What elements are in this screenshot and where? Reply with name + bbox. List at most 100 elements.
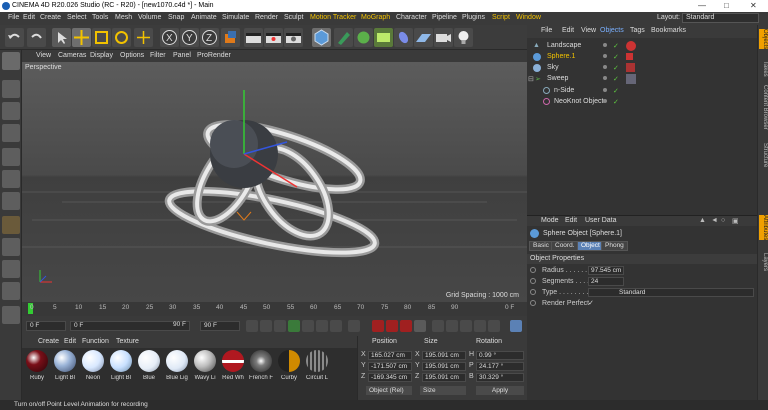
light-icon[interactable] — [454, 28, 473, 47]
vtab-content-browser[interactable]: Content Browser — [759, 85, 768, 130]
cube-icon[interactable] — [312, 28, 331, 47]
menu-script[interactable]: Script — [492, 14, 510, 21]
am-new-window-icon[interactable]: ▣ — [732, 217, 739, 225]
menu-simulate[interactable]: Simulate — [222, 14, 249, 21]
am-nav-arrow-icon[interactable]: ▲ — [699, 217, 706, 224]
om-menu-objects[interactable]: Objects — [600, 27, 624, 34]
visibility-dot-icon[interactable] — [603, 99, 607, 103]
animate-dot-icon[interactable] — [530, 300, 536, 306]
start-frame-field[interactable]: 0 F — [26, 321, 66, 331]
enabled-check-icon[interactable]: ✓ — [613, 42, 619, 50]
preview-end-field[interactable]: 90 F — [170, 321, 190, 331]
snap-icon[interactable] — [2, 260, 20, 278]
menu-window[interactable]: Window — [516, 14, 541, 21]
move-tool-icon[interactable] — [72, 28, 91, 47]
previous-frame-icon[interactable] — [274, 320, 286, 332]
tab-phong[interactable]: Phong — [601, 241, 628, 251]
material-swatch[interactable]: Ruby — [24, 350, 50, 381]
z-axis-lock-icon[interactable]: Z — [200, 28, 219, 47]
floor-icon[interactable] — [414, 28, 433, 47]
am-menu-edit[interactable]: Edit — [565, 217, 577, 224]
object-row-neoknot[interactable]: NeoKnot Object ✓ — [527, 97, 757, 108]
key-scale-icon[interactable] — [460, 320, 472, 332]
motion-record-icon[interactable] — [414, 320, 426, 332]
redo-icon[interactable] — [27, 28, 46, 47]
visibility-dot-icon[interactable] — [603, 54, 607, 58]
viewport-menu-panel[interactable]: Panel — [173, 52, 191, 59]
viewport-menu-filter[interactable]: Filter — [150, 52, 166, 59]
object-row-sweep[interactable]: ⊟ ➢ Sweep ✓ — [527, 74, 757, 85]
vtab-objects[interactable]: Objects — [759, 29, 768, 50]
menu-volume[interactable]: Volume — [138, 14, 161, 21]
material-swatch[interactable]: Light Bl — [108, 350, 134, 381]
menu-mograph[interactable]: MoGraph — [361, 14, 390, 21]
key-parameter-icon[interactable] — [474, 320, 486, 332]
rotation-p-field[interactable]: 24.177 ° — [476, 362, 524, 371]
visibility-dot-icon[interactable] — [603, 43, 607, 47]
object-row-sky[interactable]: Sky ✓ — [527, 63, 757, 74]
menu-select[interactable]: Select — [67, 14, 86, 21]
animate-dot-icon[interactable] — [530, 278, 536, 284]
next-frame-icon[interactable] — [302, 320, 314, 332]
tab-basic[interactable]: Basic — [529, 241, 553, 251]
position-x-field[interactable]: 165.027 cm — [368, 351, 412, 360]
coords-mode-select[interactable]: Object (Rel) — [366, 386, 412, 395]
edges-mode-icon[interactable] — [2, 170, 20, 188]
om-menu-bookmarks[interactable]: Bookmarks — [651, 27, 686, 34]
next-key-icon[interactable] — [316, 320, 328, 332]
x-axis-lock-icon[interactable]: X — [160, 28, 179, 47]
material-menu-texture[interactable]: Texture — [116, 338, 139, 345]
material-swatch[interactable]: Red Wh — [220, 350, 246, 381]
material-swatch[interactable]: Blue — [136, 350, 162, 381]
workplane-mode-icon[interactable] — [2, 124, 20, 142]
viewport-menu-prorender[interactable]: ProRender — [197, 52, 231, 59]
render-to-picture-viewer-icon[interactable] — [264, 28, 283, 47]
render-perfect-checkbox[interactable]: ✓ — [588, 299, 594, 307]
object-row-nside[interactable]: n-Side ✓ — [527, 86, 757, 97]
array-icon[interactable] — [374, 28, 393, 47]
key-position-icon[interactable] — [432, 320, 444, 332]
menu-character[interactable]: Character — [396, 14, 427, 21]
keyframe-selection-icon[interactable] — [400, 320, 412, 332]
rotate-tool-icon[interactable] — [112, 28, 131, 47]
close-icon[interactable]: ✕ — [750, 1, 757, 10]
om-menu-view[interactable]: View — [581, 27, 596, 34]
viewport-menu-cameras[interactable]: Cameras — [58, 52, 86, 59]
position-y-field[interactable]: -171.507 cm — [368, 362, 412, 371]
axis-mode-icon[interactable] — [2, 216, 20, 234]
menu-plugins[interactable]: Plugins — [462, 14, 485, 21]
menu-animate[interactable]: Animate — [191, 14, 217, 21]
menu-snap[interactable]: Snap — [168, 14, 184, 21]
coords-size-mode-select[interactable]: Size — [420, 386, 466, 395]
menu-render[interactable]: Render — [255, 14, 278, 21]
deformer-icon[interactable] — [394, 28, 413, 47]
animate-dot-icon[interactable] — [530, 267, 536, 273]
enabled-check-icon[interactable]: ✓ — [613, 53, 619, 61]
tab-object[interactable]: Object — [577, 241, 604, 251]
size-z-field[interactable]: 195.091 cm — [422, 373, 466, 382]
enabled-check-icon[interactable]: ✓ — [613, 87, 619, 95]
am-back-icon[interactable]: ◄ — [711, 217, 718, 224]
undo-icon[interactable] — [5, 28, 24, 47]
texture-mode-icon[interactable] — [2, 102, 20, 120]
end-frame-field[interactable]: 90 F — [200, 321, 240, 331]
menu-edit[interactable]: Edit — [23, 14, 35, 21]
om-menu-edit[interactable]: Edit — [562, 27, 574, 34]
workplane-lock-icon[interactable] — [2, 282, 20, 300]
material-tag-icon[interactable] — [626, 41, 636, 51]
maximize-icon[interactable]: □ — [724, 1, 729, 10]
type-select[interactable]: Standard — [588, 288, 754, 297]
key-rotation-icon[interactable] — [446, 320, 458, 332]
live-selection-icon[interactable] — [134, 28, 153, 47]
menu-motion-tracker[interactable]: Motion Tracker — [310, 14, 356, 21]
material-tag-icon[interactable] — [626, 63, 635, 72]
material-swatch[interactable]: Blue Lig — [164, 350, 190, 381]
coordinate-system-icon[interactable] — [221, 28, 240, 47]
autokey-icon[interactable] — [386, 320, 398, 332]
perspective-viewport[interactable]: Perspective Grid Spacing : 1000 cm — [22, 62, 527, 302]
key-pla-icon[interactable] — [488, 320, 500, 332]
tweak-mode-icon[interactable] — [2, 238, 20, 256]
minimize-icon[interactable]: — — [698, 1, 706, 10]
material-swatch[interactable]: Neon — [80, 350, 106, 381]
enabled-check-icon[interactable]: ✓ — [613, 64, 619, 72]
